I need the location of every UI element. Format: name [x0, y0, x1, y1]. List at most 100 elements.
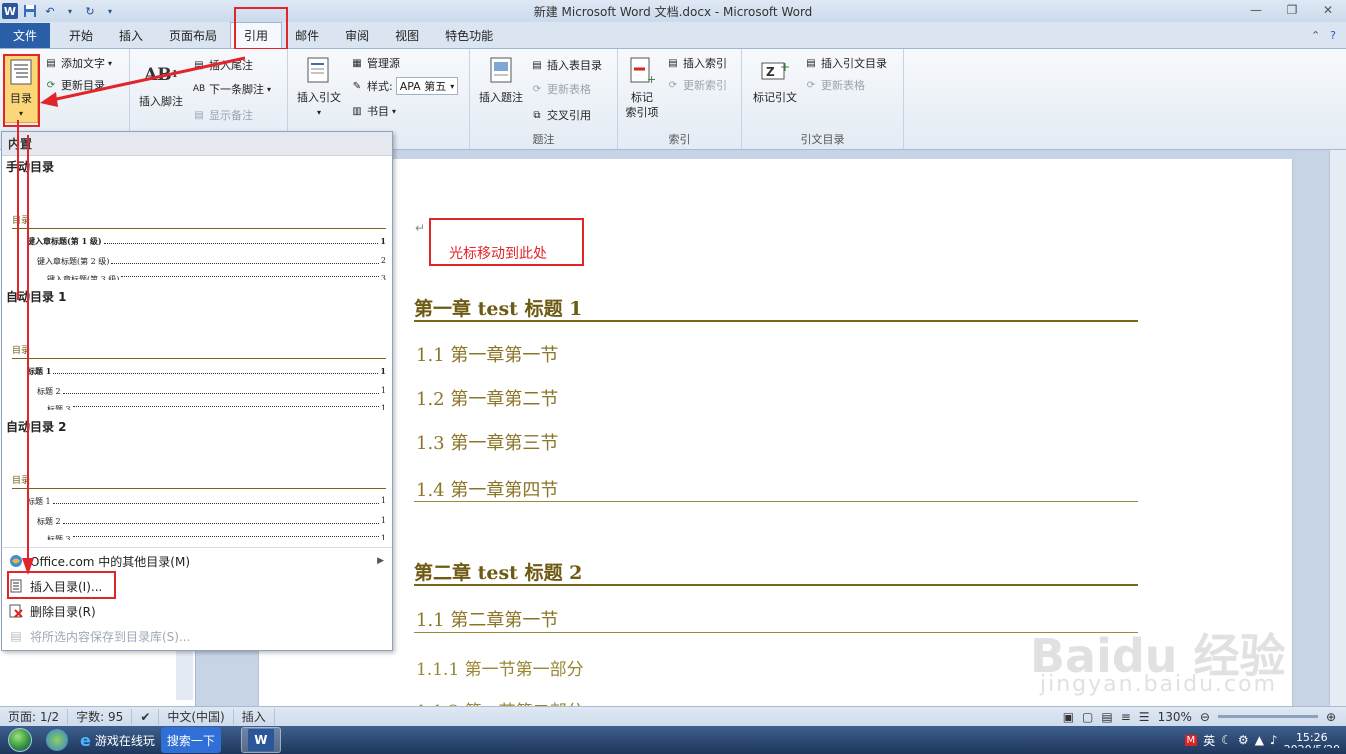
tab-page-layout[interactable]: 页面布局 — [156, 23, 230, 48]
vertical-scrollbar[interactable] — [1329, 150, 1346, 706]
insert-mode[interactable]: 插入 — [234, 708, 275, 725]
toc-preview: 目录 — [12, 343, 386, 359]
add-text-icon: ▤ — [46, 57, 56, 69]
zoom-slider[interactable] — [1217, 715, 1318, 718]
tray-volume-icon[interactable]: ♪ — [1270, 733, 1278, 747]
undo-icon[interactable]: ↶ — [42, 3, 58, 19]
update-table-button[interactable]: ⟳ 更新表格 — [530, 81, 591, 97]
heading-2-1[interactable]: 1.1 第二章第一节 — [416, 606, 558, 632]
heading-1-2[interactable]: 1.2 第一章第二节 — [416, 385, 558, 411]
tray-app-icon[interactable]: M — [1184, 734, 1198, 746]
insert-toc-menu-item[interactable]: 插入目录(I)... — [2, 574, 392, 598]
style-selector[interactable]: ✎ 样式: APA 第五 ▾ — [350, 77, 459, 95]
heading-chapter-1[interactable]: 第一章 test 标题 1 — [414, 294, 582, 321]
menu-separator — [2, 547, 392, 548]
minimize-button[interactable]: — — [1238, 0, 1274, 20]
zoom-in-button[interactable]: ⊕ — [1326, 710, 1336, 724]
tab-insert[interactable]: 插入 — [106, 23, 156, 48]
save-icon[interactable] — [22, 3, 38, 19]
web-layout-view-icon[interactable]: ▤ — [1101, 710, 1112, 724]
taskbar-ie-app[interactable]: e 游戏在线玩 — [74, 727, 161, 753]
tab-special-features[interactable]: 特色功能 — [432, 23, 506, 48]
heading-1-3[interactable]: 1.3 第一章第三节 — [416, 429, 558, 455]
help-icon[interactable]: ? — [1330, 29, 1336, 42]
tab-review[interactable]: 审阅 — [332, 23, 382, 48]
tray-network-icon[interactable]: ▲ — [1255, 733, 1264, 747]
heading-1-1[interactable]: 1.1 第一章第一节 — [416, 341, 558, 367]
tab-view[interactable]: 视图 — [382, 23, 432, 48]
taskbar-qq-app[interactable] — [40, 727, 74, 753]
dropdown-arrow-icon[interactable]: ▾ — [62, 3, 78, 19]
zoom-level[interactable]: 130% — [1158, 710, 1192, 724]
show-notes-button[interactable]: ▤ 显示备注 — [192, 107, 253, 123]
window-title: 新建 Microsoft Word 文档.docx - Microsoft Wo… — [533, 4, 813, 19]
tray-input-method-icon[interactable]: 英 — [1203, 732, 1215, 749]
add-text-button[interactable]: ▤ 添加文字 ▾ — [44, 55, 112, 71]
minimize-ribbon-icon[interactable]: ⌃ — [1311, 29, 1320, 42]
gallery-item-auto-toc-1[interactable]: 自动目录 1 目录 标题 11 标题 21 标题 31 — [2, 288, 392, 416]
tab-mailings[interactable]: 邮件 — [282, 23, 332, 48]
ie-icon: e — [80, 730, 91, 750]
taskbar-search-box[interactable]: 搜索一下 — [160, 727, 221, 753]
bibliography-button[interactable]: ▥ 书目 ▾ — [350, 103, 396, 119]
gallery-item-auto-toc-2[interactable]: 自动目录 2 目录 标题 11 标题 21 标题 31 — [2, 418, 392, 546]
full-screen-view-icon[interactable]: ▢ — [1082, 710, 1093, 724]
outline-view-icon[interactable]: ≡ — [1121, 710, 1131, 724]
close-button[interactable]: ✕ — [1310, 0, 1346, 20]
zoom-out-button[interactable]: ⊖ — [1200, 710, 1210, 724]
tray-moon-icon[interactable]: ☾ — [1221, 733, 1232, 747]
style-dropdown[interactable]: APA 第五 ▾ — [395, 77, 459, 95]
authorities-group: Z + 标记引文 ▤ 插入引文目录 ⟳ 更新表格 引文目录 — [742, 49, 904, 149]
tab-file[interactable]: 文件 — [0, 23, 50, 48]
status-bar: 页面: 1/2 字数: 95 ✔ 中文(中国) 插入 ▣ ▢ ▤ ≡ ☰ 130… — [0, 706, 1346, 726]
insert-table-of-figures-button[interactable]: ▤ 插入表目录 — [530, 57, 602, 73]
gallery-item-manual-toc[interactable]: 手动目录 目录 键入章标题(第 1 级) 1 键入章标题(第 2 级) 2 键入章标… — [2, 158, 392, 286]
update-index-button[interactable]: ⟳ 更新索引 — [666, 77, 727, 93]
heading-1-4[interactable]: 1.4 第一章第四节 — [416, 476, 558, 502]
document-page[interactable]: ↵ 光标移动到此处 第一章 test 标题 1 1.1 第一章第一节 1.2 第… — [258, 159, 1293, 719]
tray-settings-icon[interactable]: ⚙ — [1238, 733, 1249, 747]
insert-index-button[interactable]: ▤ 插入索引 — [666, 55, 727, 71]
toc-preview-line: 标题 31 — [47, 534, 386, 540]
tab-references[interactable]: 引用 — [230, 22, 283, 48]
manage-sources-button[interactable]: ▦ 管理源 — [350, 55, 400, 71]
page-count[interactable]: 页面: 1/2 — [0, 708, 69, 725]
mark-entry-button[interactable]: + 标记 索引项 — [622, 55, 662, 120]
word-app-icon[interactable]: W — [2, 3, 18, 19]
taskbar-word-app[interactable]: W — [240, 727, 281, 753]
chevron-down-icon: ▾ — [18, 109, 23, 118]
start-button[interactable] — [0, 726, 40, 754]
tab-home[interactable]: 开始 — [56, 23, 106, 48]
update-toa-button[interactable]: ⟳ 更新表格 — [804, 77, 865, 93]
insert-citation-button[interactable]: 插入引文 ▾ — [292, 55, 346, 120]
save-selection-label: 将所选内容保存到目录库(S)... — [30, 629, 191, 644]
heading-2-1-1[interactable]: 1.1.1 第一节第一部分 — [416, 655, 584, 680]
insert-caption-button[interactable]: 插入题注 — [474, 55, 528, 105]
save-selection-to-gallery-menu-item[interactable]: ▤ 将所选内容保存到目录库(S)... — [2, 624, 392, 648]
mark-citation-button[interactable]: Z + 标记引文 — [746, 55, 804, 105]
word-count[interactable]: 字数: 95 — [68, 708, 133, 725]
heading-chapter-2[interactable]: 第二章 test 标题 2 — [414, 558, 582, 585]
remove-toc-menu-item[interactable]: 删除目录(R) — [2, 599, 392, 623]
toc-button[interactable]: 目录 ▾ — [4, 55, 38, 123]
update-toa-icon: ⟳ — [806, 79, 816, 91]
update-toc-button[interactable]: ⟳ 更新目录 — [44, 77, 105, 93]
restore-button[interactable]: ❐ — [1274, 0, 1310, 20]
insert-toa-button[interactable]: ▤ 插入引文目录 — [804, 55, 887, 71]
insert-index-icon: ▤ — [668, 57, 678, 69]
draft-view-icon[interactable]: ☰ — [1139, 710, 1150, 724]
proofing-icon[interactable]: ✔ — [132, 708, 160, 725]
insert-endnote-button[interactable]: ▤ 插入尾注 — [192, 57, 253, 73]
insert-footnote-button[interactable]: AB 1 插入脚注 — [134, 59, 188, 109]
customize-qat-icon[interactable]: ▾ — [102, 3, 118, 19]
update-table-icon: ⟳ — [532, 83, 542, 95]
next-footnote-button[interactable]: AB 下一条脚注 ▾ — [192, 81, 271, 97]
language-indicator[interactable]: 中文(中国) — [159, 708, 234, 725]
clock[interactable]: 15:26 2020/5/20 — [1284, 732, 1340, 749]
more-online-toc-menu-item[interactable]: Office.com 中的其他目录(M) ▶ — [2, 549, 392, 573]
cross-reference-button[interactable]: ⧉ 交叉引用 — [530, 107, 591, 123]
svg-text:Z: Z — [766, 65, 775, 79]
print-layout-view-icon[interactable]: ▣ — [1063, 710, 1074, 724]
mark-entry-icon: + — [627, 55, 657, 87]
redo-icon[interactable]: ↻ — [82, 3, 98, 19]
